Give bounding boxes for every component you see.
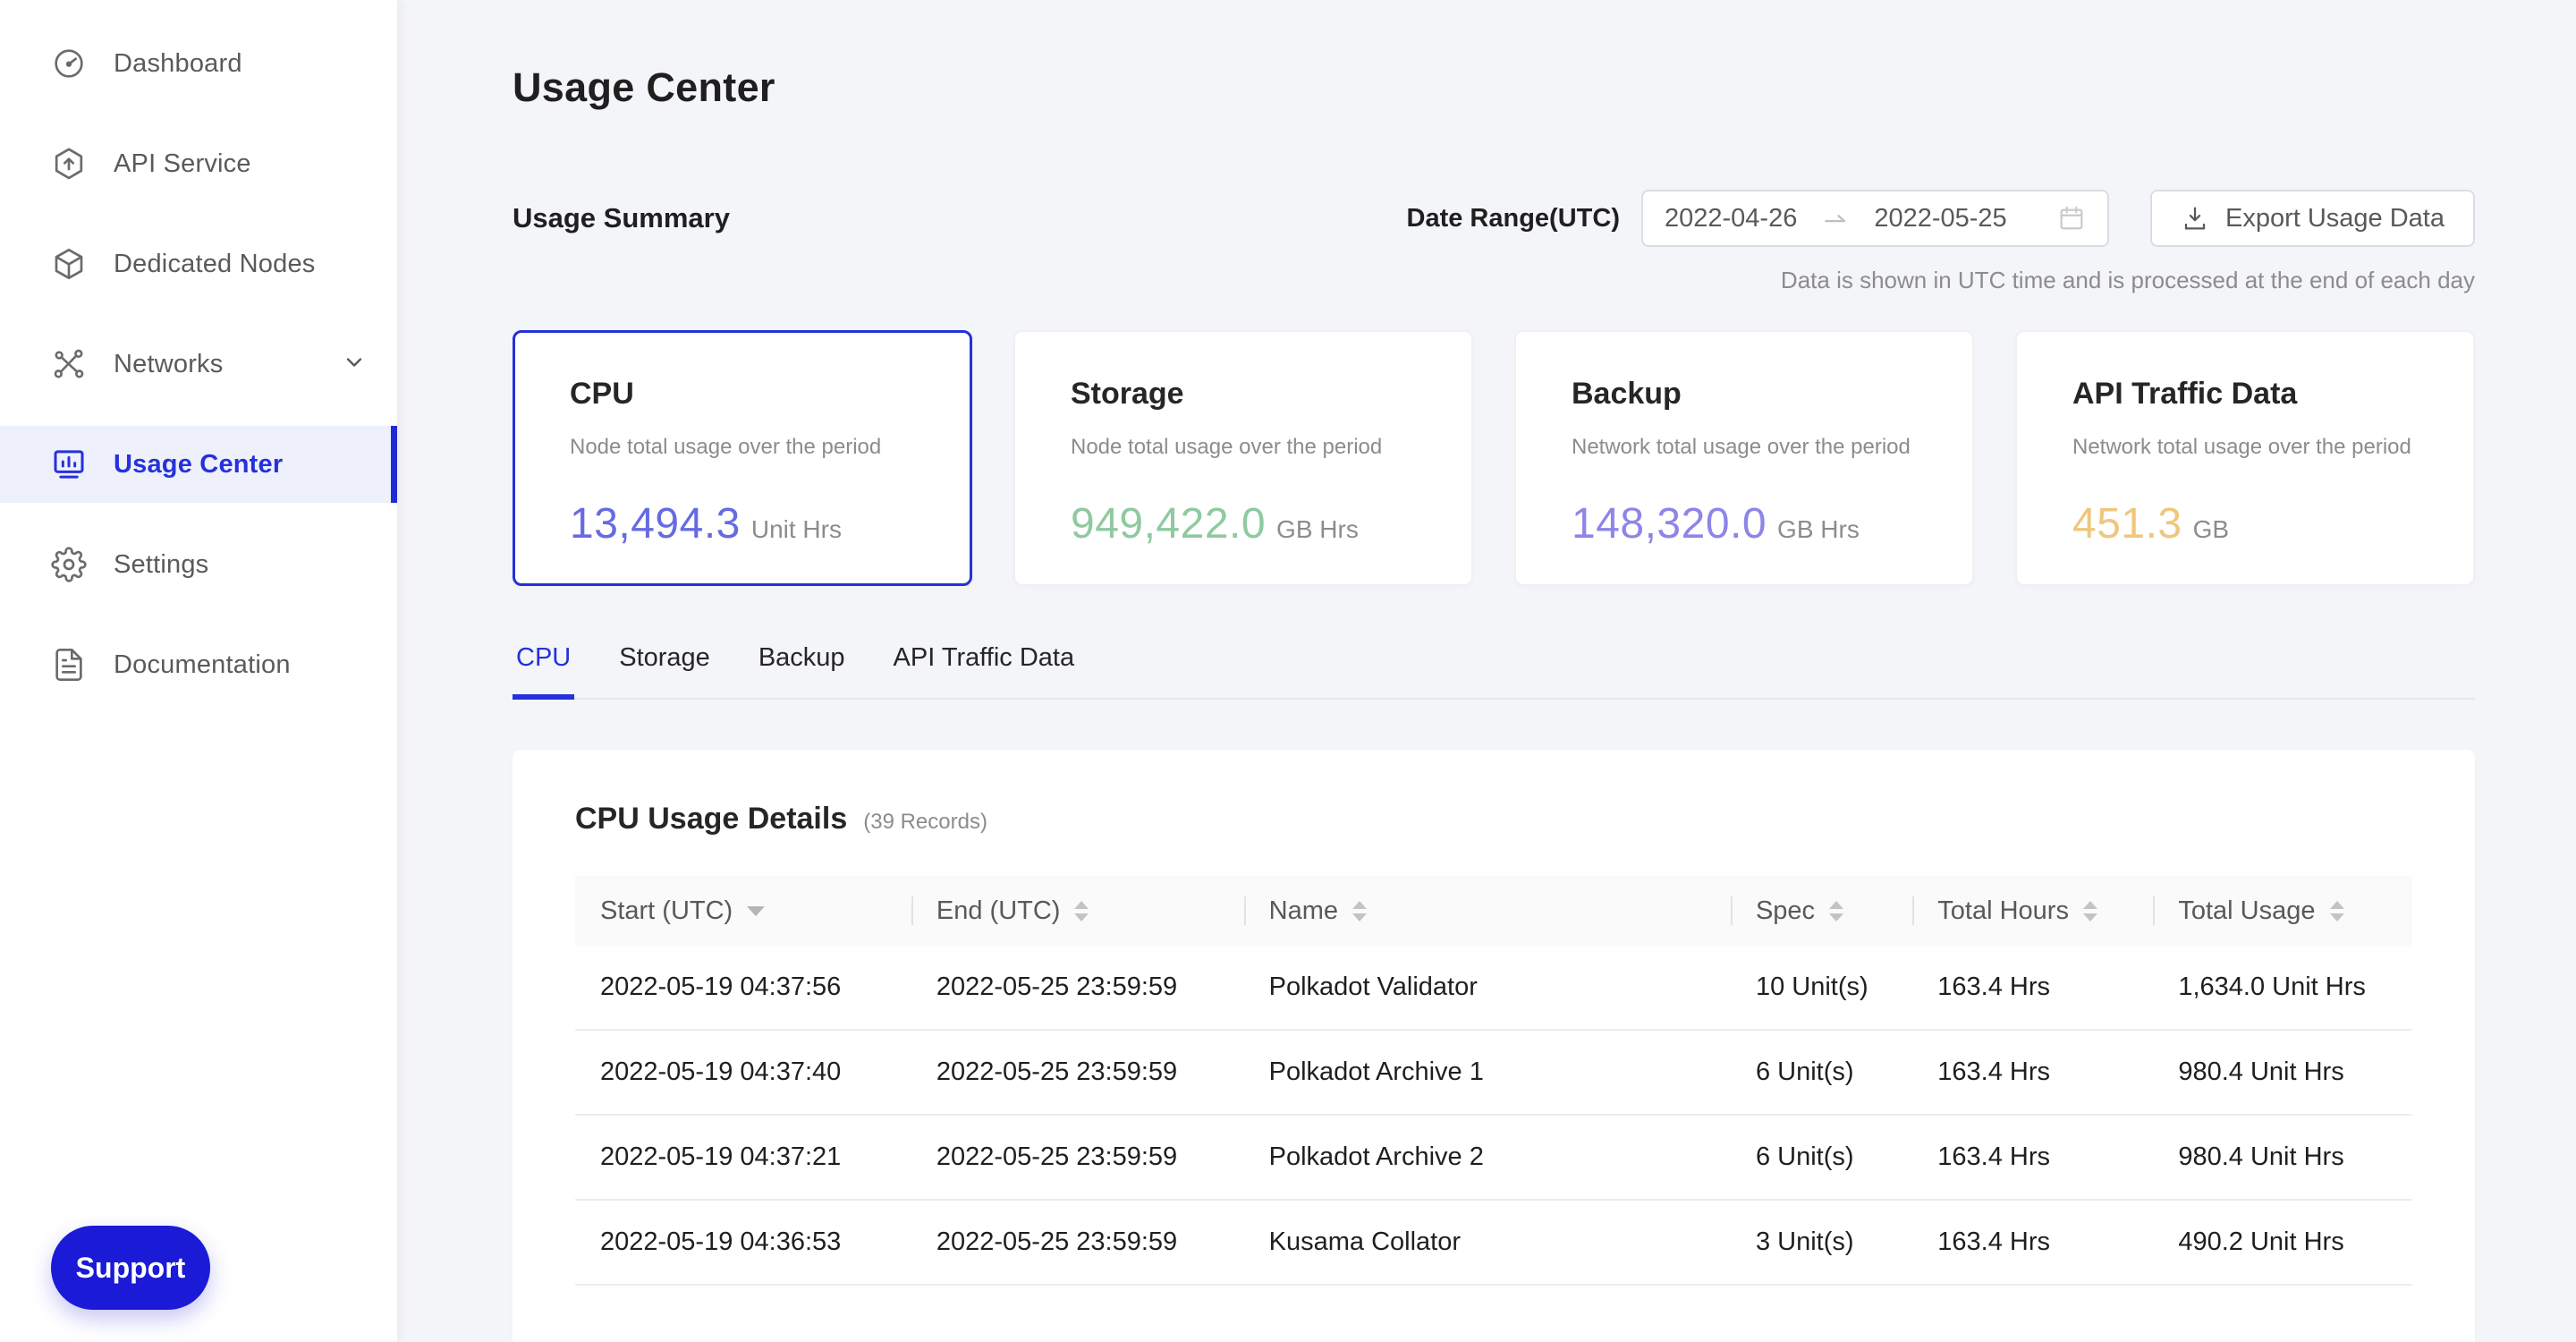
card-description: Node total usage over the period (1071, 435, 1416, 460)
dashboard-icon (51, 46, 87, 81)
date-start-value[interactable]: 2022-04-26 (1665, 204, 1797, 234)
export-button-label: Export Usage Data (2225, 204, 2445, 234)
sort-icon (2083, 901, 2097, 922)
sort-icon (1352, 901, 1367, 922)
sidebar-item-label: Dedicated Nodes (114, 250, 315, 279)
sidebar-item-dashboard[interactable]: Dashboard (0, 25, 397, 102)
sidebar-item-label: Documentation (114, 650, 291, 680)
gear-icon (51, 547, 87, 582)
documentation-icon (51, 647, 87, 683)
column-header-total-hours[interactable]: Total Hours (1912, 896, 2153, 926)
usage-table: Start (UTC) End (UTC) Name Spec Total Ho… (575, 876, 2412, 1286)
sort-icon (1074, 901, 1089, 922)
details-title: CPU Usage Details (575, 802, 847, 837)
cpu-usage-details-card: CPU Usage Details (39 Records) Start (UT… (513, 750, 2475, 1342)
sidebar-item-dedicated-nodes[interactable]: Dedicated Nodes (0, 225, 397, 302)
sidebar-item-usage-center[interactable]: Usage Center (0, 426, 397, 503)
card-title: Backup (1572, 377, 1917, 412)
card-value: 148,320.0 (1572, 499, 1767, 548)
card-value: 451.3 (2072, 499, 2182, 548)
sidebar-item-label: Usage Center (114, 450, 283, 480)
summary-card-api-traffic[interactable]: API Traffic Data Network total usage ove… (2015, 330, 2475, 586)
card-value: 949,422.0 (1071, 499, 1266, 548)
summary-card-storage[interactable]: Storage Node total usage over the period… (1013, 330, 1473, 586)
table-header-row: Start (UTC) End (UTC) Name Spec Total Ho… (575, 876, 2412, 946)
sidebar-item-api-service[interactable]: API Service (0, 125, 397, 202)
usage-center-icon (51, 446, 87, 482)
export-usage-data-button[interactable]: Export Usage Data (2150, 190, 2475, 247)
networks-icon (51, 346, 87, 382)
sidebar-nav: Dashboard API Service Dedicated Nodes (0, 0, 397, 703)
sidebar-item-label: Dashboard (114, 49, 242, 79)
card-description: Node total usage over the period (570, 435, 915, 460)
date-range-input[interactable]: 2022-04-26 2022-05-25 (1641, 190, 2109, 247)
utc-note: Data is shown in UTC time and is process… (513, 267, 2475, 294)
sidebar-item-label: API Service (114, 149, 251, 179)
card-title: Storage (1071, 377, 1416, 412)
dedicated-nodes-icon (51, 246, 87, 282)
api-service-icon (51, 146, 87, 182)
column-header-end[interactable]: End (UTC) (911, 896, 1244, 926)
card-unit: GB (2193, 515, 2229, 544)
tab-cpu[interactable]: CPU (513, 643, 574, 700)
sort-desc-icon (747, 906, 765, 916)
card-value: 13,494.3 (570, 499, 741, 548)
sidebar-item-settings[interactable]: Settings (0, 526, 397, 603)
table-row: 2022-05-19 04:36:53 2022-05-25 23:59:59 … (575, 1201, 2412, 1286)
summary-card-cpu[interactable]: CPU Node total usage over the period 13,… (513, 330, 972, 586)
card-unit: GB Hrs (1777, 515, 1860, 544)
summary-cards: CPU Node total usage over the period 13,… (513, 330, 2475, 586)
download-icon (2181, 204, 2209, 233)
column-header-name[interactable]: Name (1244, 896, 1731, 926)
calendar-icon (2057, 204, 2086, 233)
date-end-value[interactable]: 2022-05-25 (1874, 204, 2006, 234)
page-title: Usage Center (513, 0, 2475, 111)
card-title: CPU (570, 377, 915, 412)
sidebar-item-documentation[interactable]: Documentation (0, 626, 397, 703)
card-title: API Traffic Data (2072, 377, 2418, 412)
column-header-spec[interactable]: Spec (1731, 896, 1912, 926)
sidebar-item-label: Settings (114, 550, 208, 580)
column-header-start[interactable]: Start (UTC) (575, 896, 911, 926)
tab-storage[interactable]: Storage (615, 643, 714, 700)
tab-backup[interactable]: Backup (755, 643, 849, 700)
chevron-down-icon (342, 350, 367, 379)
support-button[interactable]: Support (51, 1226, 210, 1310)
main-content: Usage Center Usage Summary Date Range(UT… (397, 0, 2576, 1342)
sidebar-item-label: Networks (114, 350, 223, 379)
records-count: (39 Records) (863, 810, 987, 835)
usage-summary-title: Usage Summary (513, 202, 730, 234)
summary-bar: Usage Summary Date Range(UTC) 2022-04-26… (513, 190, 2475, 247)
sidebar-item-networks[interactable]: Networks (0, 326, 397, 403)
tab-api-traffic-data[interactable]: API Traffic Data (890, 643, 1079, 700)
table-row: 2022-05-19 04:37:40 2022-05-25 23:59:59 … (575, 1031, 2412, 1116)
sort-icon (1829, 901, 1843, 922)
sidebar: Dashboard API Service Dedicated Nodes (0, 0, 397, 1342)
card-unit: Unit Hrs (751, 515, 842, 544)
table-row: 2022-05-19 04:37:21 2022-05-25 23:59:59 … (575, 1116, 2412, 1201)
summary-controls: Date Range(UTC) 2022-04-26 2022-05-25 (1407, 190, 2475, 247)
date-range-label: Date Range(UTC) (1407, 204, 1620, 234)
card-unit: GB Hrs (1276, 515, 1359, 544)
usage-tabs: CPU Storage Backup API Traffic Data (513, 643, 2475, 700)
column-header-total-usage[interactable]: Total Usage (2153, 896, 2412, 926)
arrow-right-icon (1822, 205, 1849, 232)
table-row: 2022-05-19 04:37:56 2022-05-25 23:59:59 … (575, 946, 2412, 1031)
card-description: Network total usage over the period (1572, 435, 1917, 460)
sort-icon (2330, 901, 2344, 922)
summary-card-backup[interactable]: Backup Network total usage over the peri… (1514, 330, 1974, 586)
card-description: Network total usage over the period (2072, 435, 2418, 460)
